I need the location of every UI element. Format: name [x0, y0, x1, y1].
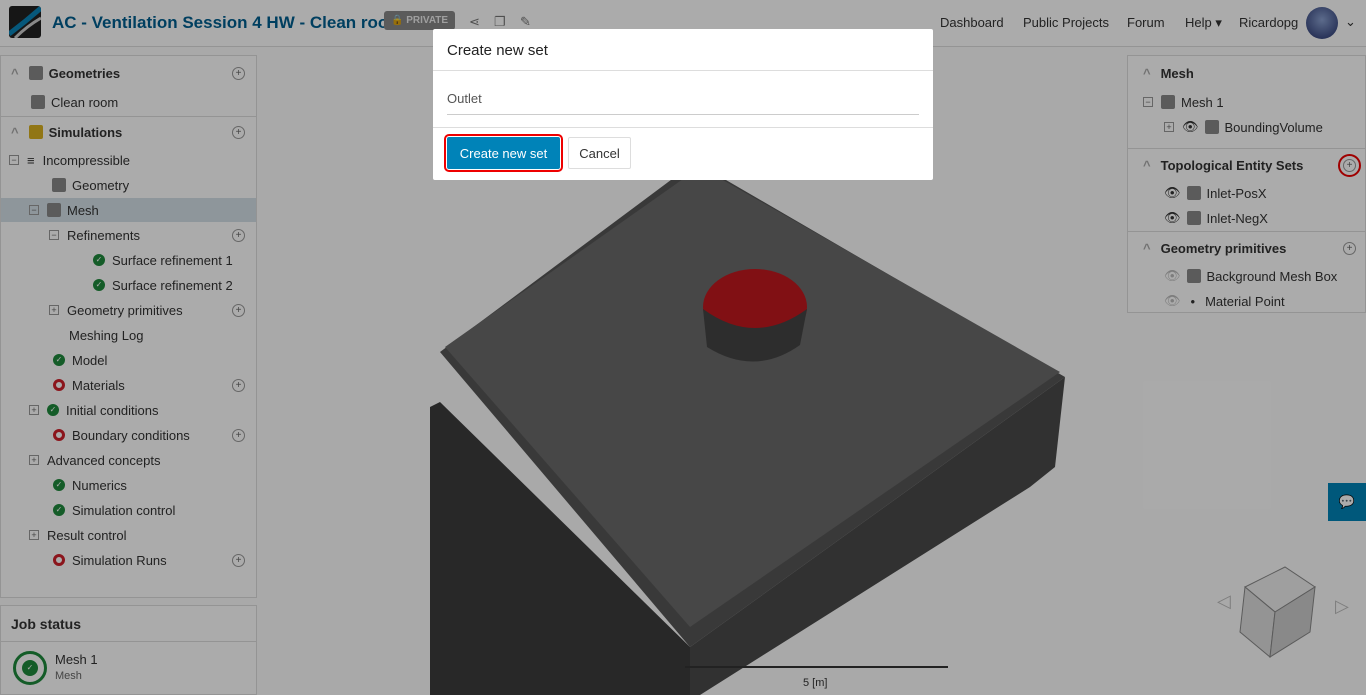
create-new-set-button[interactable]: Create new set	[444, 134, 563, 172]
dialog-title: Create new set	[447, 42, 548, 59]
set-name-input[interactable]: Outlet	[447, 89, 919, 115]
cancel-button[interactable]: Cancel	[568, 137, 631, 169]
create-set-dialog: Create new set Outlet Create new set Can…	[433, 29, 933, 180]
